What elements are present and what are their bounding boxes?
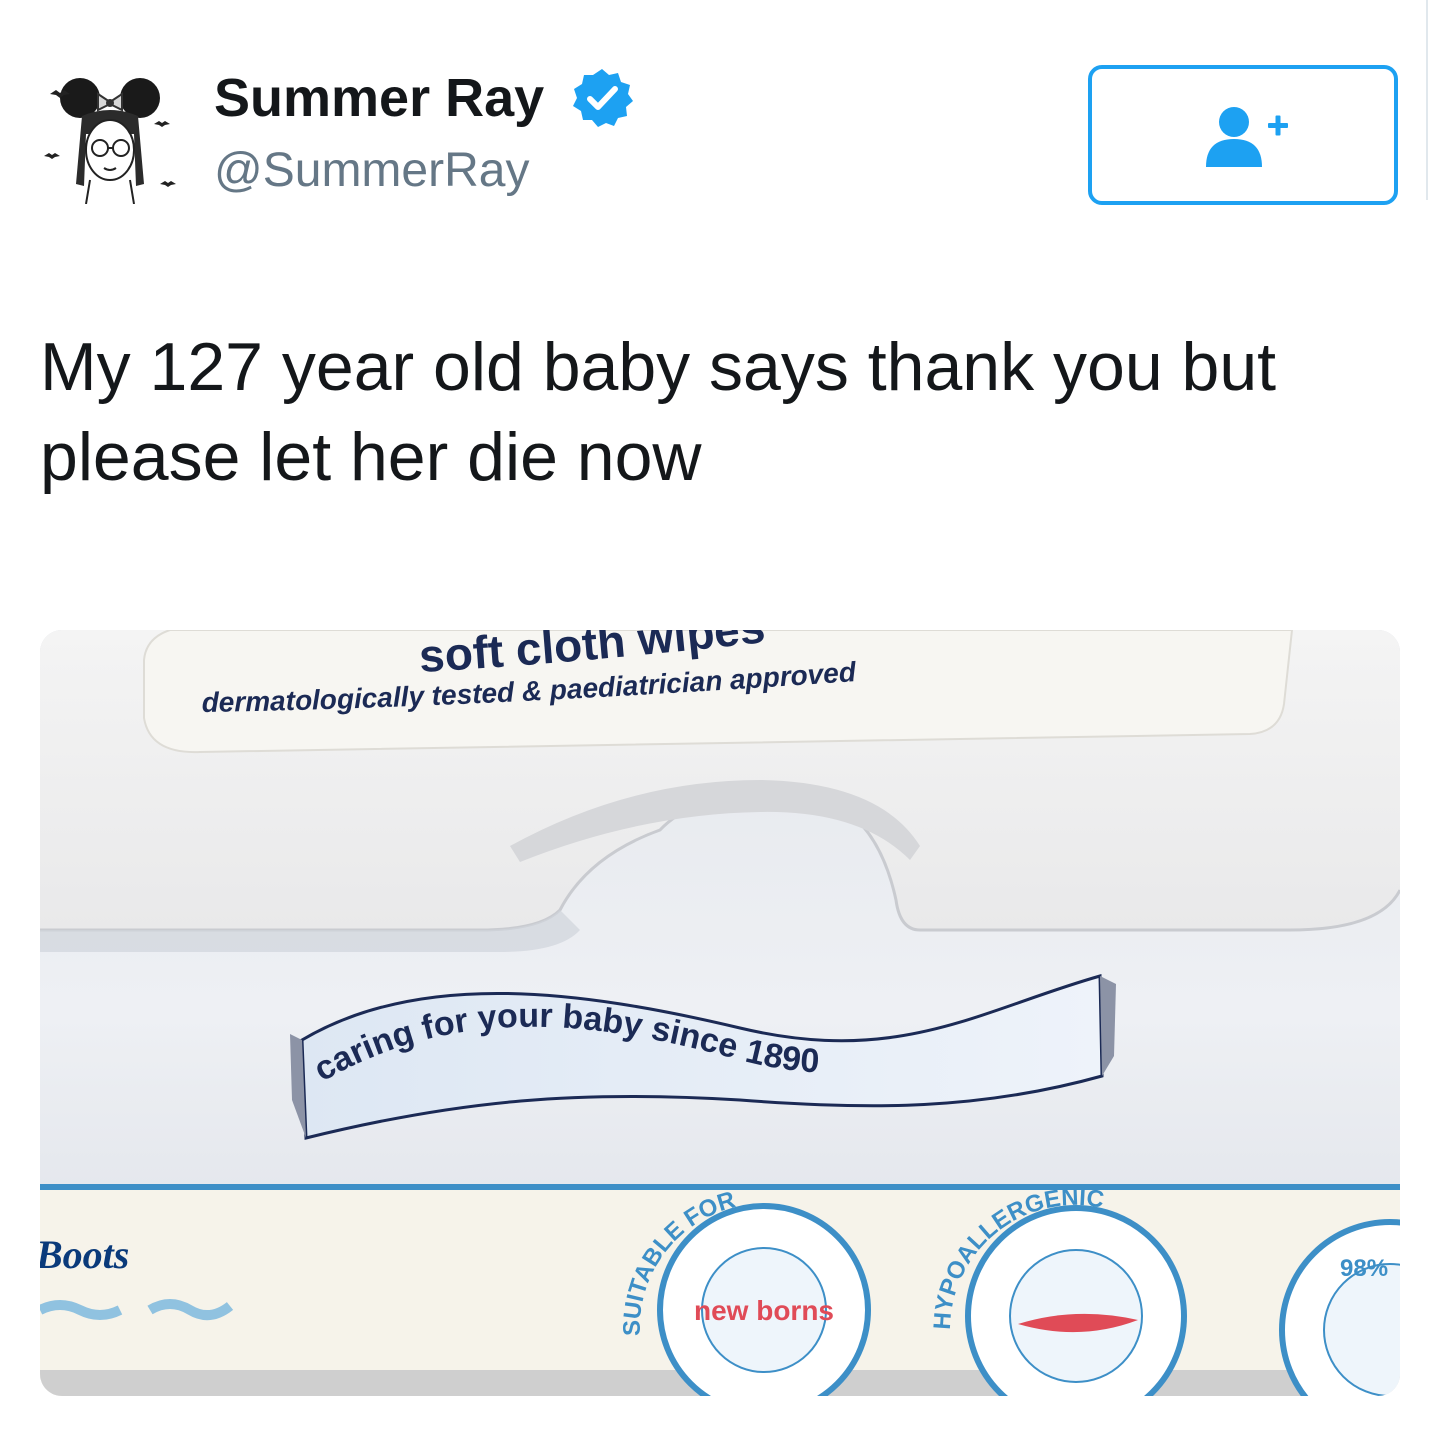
avatar-illustration-icon bbox=[40, 64, 180, 204]
verified-badge-icon bbox=[573, 69, 633, 127]
avatar[interactable] bbox=[40, 64, 180, 204]
tweet-photo[interactable]: soft cloth wipes dermatologically tested… bbox=[40, 630, 1400, 1396]
badge-third-partial: 98% bbox=[1340, 1255, 1388, 1282]
author-handle[interactable]: @SummerRay bbox=[214, 142, 529, 200]
tweet-text: My 127 year old baby says thank you but … bbox=[40, 329, 1277, 495]
wipes-package-image: soft cloth wipes dermatologically tested… bbox=[40, 630, 1400, 1396]
follow-user-icon bbox=[1206, 107, 1288, 167]
divider bbox=[1426, 0, 1428, 200]
photo-brand: Boots bbox=[40, 1232, 129, 1277]
follow-button[interactable] bbox=[1088, 65, 1398, 205]
badge-suitable-center: new borns bbox=[694, 1295, 834, 1326]
tweet-card: Summer Ray @SummerRay My 127 year old ba… bbox=[0, 0, 1440, 1440]
author-name[interactable]: Summer Ray bbox=[214, 66, 544, 130]
